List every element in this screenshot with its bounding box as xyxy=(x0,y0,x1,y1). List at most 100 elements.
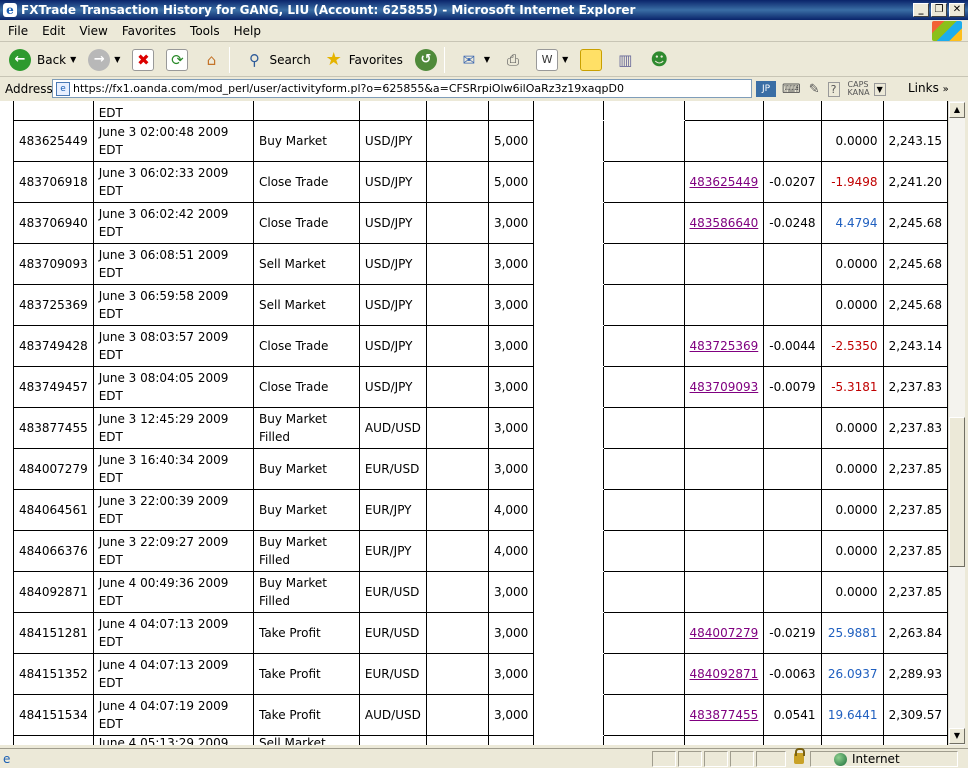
transaction-id: 483709093 xyxy=(13,243,94,285)
trade-ref-link[interactable]: 483877455 xyxy=(690,708,759,722)
balance: 2,237.85 xyxy=(882,448,948,490)
table-row: 483877455 June 3 12:45:29 2009 EDT Buy Mar… xyxy=(13,407,948,449)
discuss-button[interactable] xyxy=(577,45,605,75)
empty-cell xyxy=(603,571,685,613)
empty-cell xyxy=(533,366,605,408)
empty-cell xyxy=(533,161,605,203)
mail-button[interactable]: ✉ ▼ xyxy=(455,45,493,75)
empty-cell xyxy=(425,366,489,408)
messenger-button[interactable]: ☻ xyxy=(645,45,673,75)
empty-cell xyxy=(603,243,685,285)
close-button[interactable]: ✕ xyxy=(949,3,965,17)
transaction-type: Buy Market Filled xyxy=(252,571,360,613)
menu-tools[interactable]: Tools xyxy=(184,24,226,38)
profit-loss: 0.0000 xyxy=(820,120,884,162)
menu-file[interactable]: File xyxy=(2,24,34,38)
units: 3,000 xyxy=(487,448,535,490)
transaction-id: 483877455 xyxy=(13,407,94,449)
rate-diff: -0.0207 xyxy=(763,161,822,203)
table-cell xyxy=(425,735,489,745)
status-bar: e Internet xyxy=(0,748,968,768)
trade-ref-cell xyxy=(683,571,765,613)
secure-lock-icon[interactable] xyxy=(794,748,805,764)
ime-jp-icon[interactable]: JP xyxy=(756,81,776,97)
empty-cell xyxy=(425,612,489,654)
title-bar[interactable]: e FXTrade Transaction History for GANG, … xyxy=(0,0,968,20)
balance: 2,243.14 xyxy=(882,325,948,367)
trade-ref-link[interactable]: 484007279 xyxy=(690,626,759,640)
empty-cell xyxy=(603,407,685,449)
favorites-button[interactable]: ★ Favorites xyxy=(320,45,406,75)
history-button[interactable]: ↺ xyxy=(412,45,440,75)
back-dropdown-icon[interactable]: ▼ xyxy=(70,55,76,64)
trade-ref-link[interactable]: 484092871 xyxy=(690,667,759,681)
research-button[interactable]: ▥ xyxy=(611,45,639,75)
transaction-time: June 4 04:07:13 2009 EDT xyxy=(92,653,254,695)
print-button[interactable]: ⎙ xyxy=(499,45,527,75)
rate-diff xyxy=(763,243,822,285)
table-cell xyxy=(358,735,427,745)
forward-dropdown-icon[interactable]: ▼ xyxy=(114,55,120,64)
rate-diff: -0.0063 xyxy=(763,653,822,695)
table-row-partial-bottom: June 4 05:13:29 2009 Sell Market xyxy=(13,735,948,745)
search-button[interactable]: ⚲ Search xyxy=(240,45,313,75)
transaction-type: Close Trade xyxy=(252,366,360,408)
menu-favorites[interactable]: Favorites xyxy=(116,24,182,38)
address-input[interactable]: e https://fx1.oanda.com/mod_perl/user/ac… xyxy=(52,79,752,98)
table-cell xyxy=(882,735,948,745)
links-toolbar[interactable]: Links » xyxy=(908,81,949,95)
back-button[interactable]: ← Back ▼ xyxy=(6,45,79,75)
toolbar-separator xyxy=(229,46,231,73)
transaction-time: June 3 22:09:27 2009 EDT xyxy=(92,530,254,572)
transaction-id: 484064561 xyxy=(13,489,94,531)
forward-button[interactable]: → ▼ xyxy=(85,45,123,75)
edit-button[interactable]: W ▼ xyxy=(533,45,571,75)
ime-dropdown-icon[interactable]: ▼ xyxy=(873,82,886,96)
transaction-type: Buy Market xyxy=(252,448,360,490)
balance: 2,241.20 xyxy=(882,161,948,203)
home-button[interactable]: ⌂ xyxy=(197,45,225,75)
table-row: 483706940 June 3 06:02:42 2009 EDT Close T… xyxy=(13,202,948,244)
menu-help[interactable]: Help xyxy=(228,24,267,38)
trade-ref-cell xyxy=(683,448,765,490)
zone-label: Internet xyxy=(852,752,900,766)
menu-view[interactable]: View xyxy=(73,24,113,38)
vertical-scrollbar[interactable]: ▲ ▼ xyxy=(948,101,965,745)
scroll-up-button[interactable]: ▲ xyxy=(949,102,965,118)
profit-loss: -1.9498 xyxy=(820,161,884,203)
balance: 2,237.85 xyxy=(882,530,948,572)
trade-ref-link[interactable]: 483586640 xyxy=(690,216,759,230)
units: 3,000 xyxy=(487,653,535,695)
trade-ref-link[interactable]: 483725369 xyxy=(690,339,759,353)
units: 3,000 xyxy=(487,243,535,285)
scroll-down-button[interactable]: ▼ xyxy=(949,728,965,744)
currency-pair: EUR/USD xyxy=(358,612,427,654)
trade-ref-link[interactable]: 483625449 xyxy=(690,175,759,189)
browser-window: e FXTrade Transaction History for GANG, … xyxy=(0,0,968,768)
transaction-id: 483725369 xyxy=(13,284,94,326)
trade-ref-link[interactable]: 483709093 xyxy=(690,380,759,394)
scroll-thumb[interactable] xyxy=(949,417,965,567)
stop-button[interactable]: ✖ xyxy=(129,45,157,75)
transaction-id: 484066376 xyxy=(13,530,94,572)
edit-dropdown-icon[interactable]: ▼ xyxy=(562,55,568,64)
empty-cell xyxy=(425,694,489,736)
balance: 2,245.68 xyxy=(882,202,948,244)
refresh-button[interactable]: ⟳ xyxy=(163,45,191,75)
transaction-type: Take Profit xyxy=(252,612,360,654)
ime-keyboard-icon[interactable]: ⌨ xyxy=(782,82,801,97)
minimize-button[interactable]: _ xyxy=(913,3,929,17)
ime-pen-icon[interactable]: ✎ xyxy=(809,82,820,97)
menu-edit[interactable]: Edit xyxy=(36,24,71,38)
ime-help-icon[interactable]: ? xyxy=(827,81,840,97)
transaction-type: Close Trade xyxy=(252,325,360,367)
status-cell xyxy=(704,751,728,767)
security-zone[interactable]: Internet xyxy=(834,752,900,766)
mail-dropdown-icon[interactable]: ▼ xyxy=(484,55,490,64)
currency-pair: EUR/JPY xyxy=(358,489,427,531)
restore-button[interactable]: ❐ xyxy=(931,3,947,17)
balance: 2,309.57 xyxy=(882,694,948,736)
table-row: 484007279 June 3 16:40:34 2009 EDT Buy Mar… xyxy=(13,448,948,490)
profit-loss: 26.0937 xyxy=(820,653,884,695)
balance: 2,237.83 xyxy=(882,366,948,408)
